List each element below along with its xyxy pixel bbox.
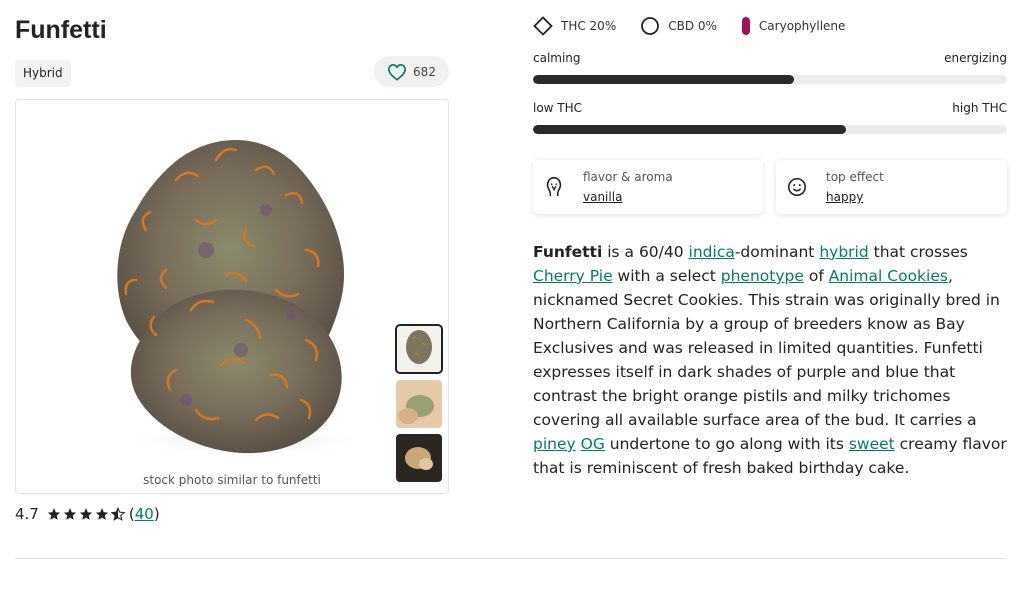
link-phenotype[interactable]: phenotype [721, 267, 804, 285]
thumbnail-image [396, 380, 442, 428]
photo-caption: stock photo similar to funfetti [143, 473, 321, 487]
terpene-chip[interactable]: Caryophyllene [741, 16, 845, 36]
thc-label: THC 20% [561, 19, 617, 33]
cbd-label: CBD 0% [668, 19, 717, 33]
rating-summary: 4.7 (40) [15, 505, 160, 523]
thumbnail-1[interactable] [395, 324, 443, 374]
circle-icon [641, 17, 660, 35]
thc-level-scale [533, 125, 1007, 134]
section-divider [15, 558, 1007, 559]
link-og[interactable]: OG [581, 435, 605, 453]
cbd-chip[interactable]: CBD 0% [640, 16, 717, 36]
calming-energizing-scale [533, 75, 1007, 84]
strain-description: Funfetti is a 60/40 indica-dominant hybr… [533, 243, 1007, 477]
star-icon [95, 508, 108, 520]
effect-value-link[interactable]: happy [826, 190, 884, 204]
bud-photo [117, 140, 366, 458]
strain-photo-gallery[interactable]: stock photo similar to funfetti [15, 99, 449, 494]
scale-1-right-label: energizing [944, 51, 1007, 65]
favorite-button[interactable]: 682 [374, 56, 449, 87]
half-star-icon [110, 507, 125, 521]
thumbnail-2[interactable] [396, 380, 442, 428]
link-hybrid[interactable]: hybrid [819, 243, 868, 261]
smiley-icon [787, 177, 807, 197]
flavor-value-link[interactable]: vanilla [583, 190, 673, 204]
star-icon [63, 508, 76, 520]
thc-chip[interactable]: THC 20% [533, 16, 616, 36]
favorite-count: 682 [413, 64, 436, 79]
scale-2-left-label: low THC [533, 101, 583, 115]
link-sweet[interactable]: sweet [849, 435, 895, 453]
description-strain-name: Funfetti [533, 243, 603, 261]
rating-score: 4.7 [15, 505, 39, 523]
link-cherry-pie[interactable]: Cherry Pie [533, 267, 613, 285]
scale-2-right-label: high THC [952, 101, 1007, 115]
heart-icon [388, 63, 407, 81]
terpene-pill-icon [741, 17, 750, 35]
diamond-icon [533, 16, 553, 36]
effect-card-label: top effect [826, 170, 884, 184]
thumbnail-image [396, 325, 442, 373]
cannabinoid-row: THC 20% CBD 0% Caryophyllene [533, 16, 869, 36]
terpene-label: Caryophyllene [758, 19, 846, 33]
flavor-card[interactable]: flavor & aroma vanilla [533, 160, 763, 214]
flavor-nose-icon [546, 177, 562, 197]
link-piney[interactable]: piney [533, 435, 576, 453]
star-icon [47, 508, 60, 520]
link-indica[interactable]: indica [689, 243, 735, 261]
strain-type-badge[interactable]: Hybrid [15, 60, 71, 87]
scale-1-left-label: calming [533, 51, 581, 65]
rating-stars [47, 507, 125, 521]
scale-fill [533, 75, 794, 84]
scale-fill [533, 125, 846, 134]
flavor-card-label: flavor & aroma [583, 170, 673, 184]
star-icon [79, 508, 92, 520]
reviews-count-link[interactable]: 40 [135, 505, 154, 523]
link-animal-cookies[interactable]: Animal Cookies [829, 267, 948, 285]
strain-title: Funfetti [15, 16, 107, 44]
effect-card[interactable]: top effect happy [776, 160, 1007, 214]
